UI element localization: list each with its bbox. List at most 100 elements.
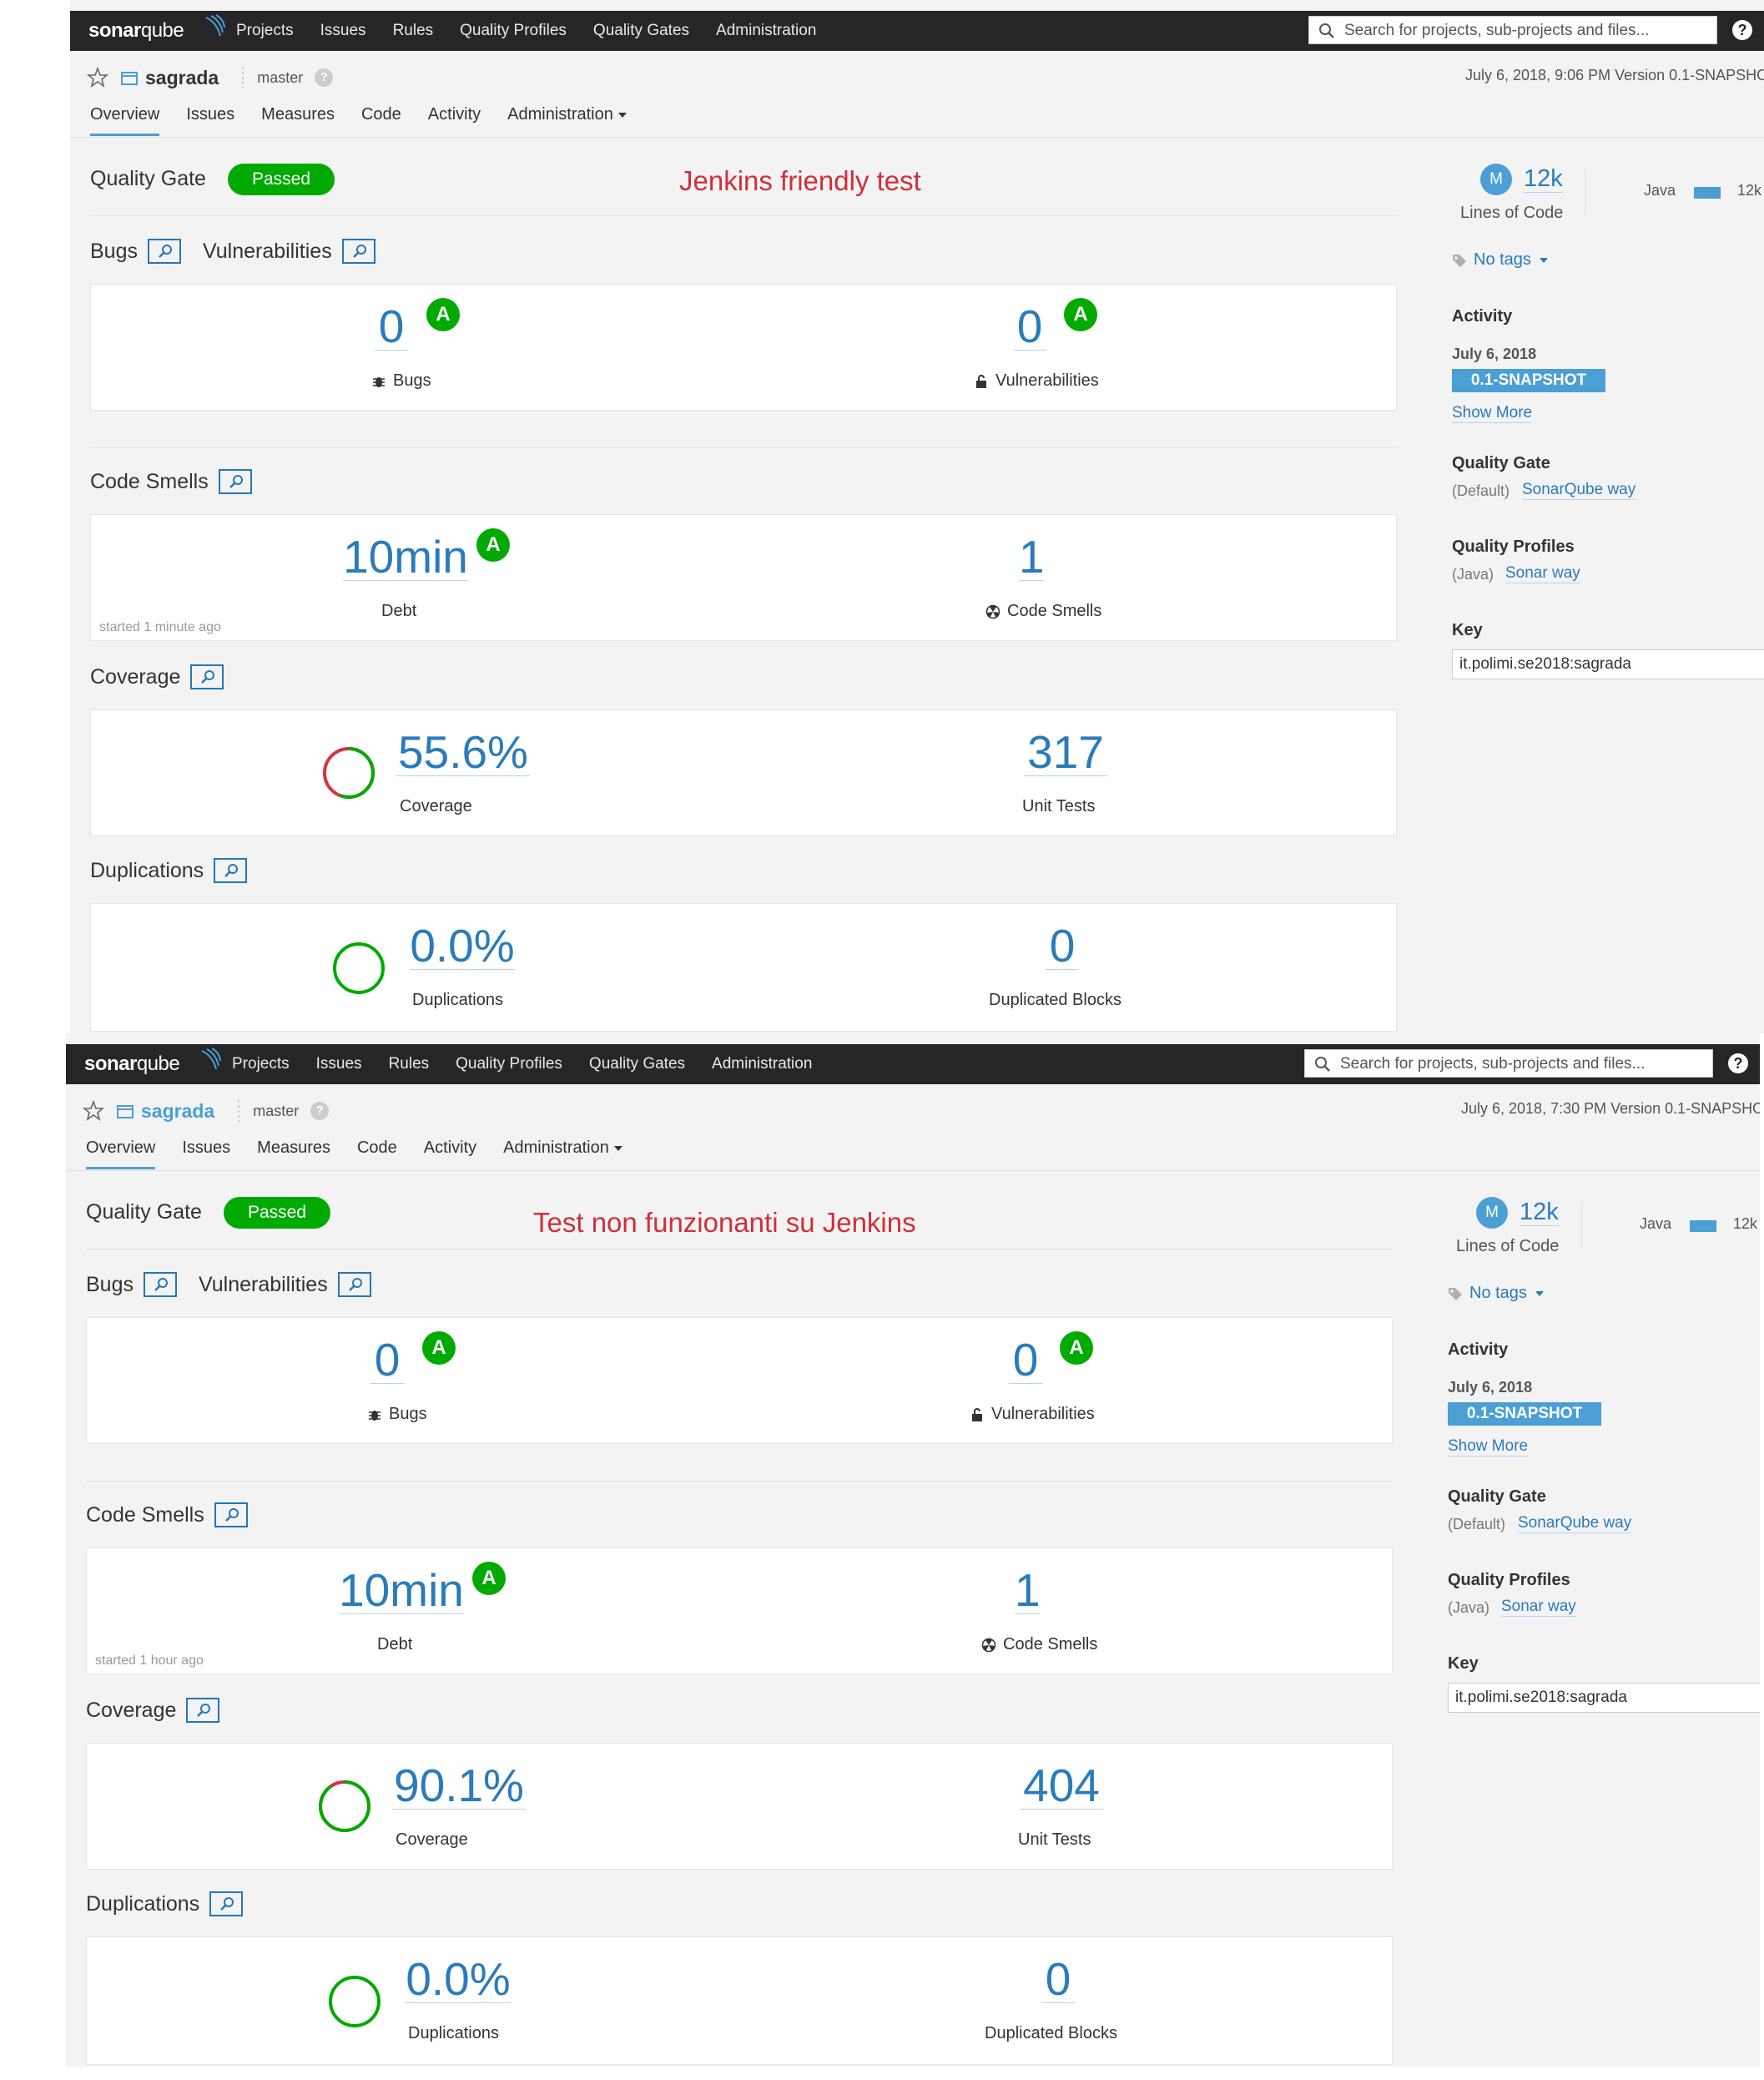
branch-name[interactable]: master <box>253 1103 299 1120</box>
lines-of-code-value[interactable]: 12k <box>1520 1199 1559 1226</box>
debt-value[interactable]: 10min <box>343 533 468 581</box>
help-icon[interactable]: ? <box>1728 1053 1748 1073</box>
nav-rules[interactable]: Rules <box>380 11 447 51</box>
project-name[interactable]: sagrada <box>145 67 219 89</box>
coverage-value[interactable]: 55.6% <box>396 729 530 776</box>
show-more-link[interactable]: Show More <box>1452 404 1533 423</box>
sonarqube-logo[interactable]: sonarqube <box>84 1048 221 1078</box>
analysis-meta: July 6, 2018, 9:06 PM Version 0.1-SNAPSH… <box>1465 67 1764 83</box>
debt-value[interactable]: 10min <box>339 1567 464 1614</box>
project-name[interactable]: sagrada <box>141 1100 214 1123</box>
nav-administration[interactable]: Administration <box>698 1044 825 1084</box>
code-smells-card: 10min A Debt 1 Code Smells started 1 hou… <box>86 1547 1393 1674</box>
unit-tests-value[interactable]: 317 <box>1024 729 1107 776</box>
duplications-drilldown-button[interactable] <box>209 1891 244 1916</box>
nav-rules[interactable]: Rules <box>375 1044 443 1084</box>
tab-activity[interactable]: Activity <box>428 105 481 134</box>
unit-tests-value[interactable]: 404 <box>1020 1762 1103 1810</box>
bugs-rating-badge[interactable]: A <box>426 298 460 331</box>
nav-quality-gates[interactable]: Quality Gates <box>580 11 703 51</box>
branch-help-icon[interactable]: ? <box>315 68 334 87</box>
bugs-drilldown-button[interactable] <box>143 1272 177 1297</box>
vulnerabilities-rating-badge[interactable]: A <box>1064 298 1097 331</box>
vulnerabilities-rating-badge[interactable]: A <box>1060 1331 1093 1365</box>
code-smells-value[interactable]: 1 <box>1019 533 1045 581</box>
bugs-value[interactable]: 0 <box>375 303 408 351</box>
project-icon <box>117 1105 134 1118</box>
project-tabs: Overview Issues Measures Code Activity A… <box>90 105 653 136</box>
debt-rating-badge[interactable]: A <box>476 528 510 562</box>
coverage-section-title: Coverage <box>86 1698 177 1722</box>
quality-gate-link[interactable]: SonarQube way <box>1522 481 1636 500</box>
nav-projects[interactable]: Projects <box>219 1044 303 1084</box>
tab-code[interactable]: Code <box>361 105 401 134</box>
project-key-field[interactable] <box>1452 649 1764 679</box>
nav-quality-gates[interactable]: Quality Gates <box>576 1044 698 1084</box>
search-icon <box>220 1897 234 1911</box>
tab-issues[interactable]: Issues <box>182 1138 230 1167</box>
nav-administration[interactable]: Administration <box>703 11 829 51</box>
coverage-value[interactable]: 90.1% <box>392 1762 526 1810</box>
code-smells-drilldown-button[interactable] <box>218 469 252 494</box>
project-key-field[interactable] <box>1448 1683 1760 1713</box>
tab-measures[interactable]: Measures <box>257 1138 330 1167</box>
search-input[interactable] <box>1343 19 1713 43</box>
tags-dropdown[interactable]: No tags <box>1452 250 1548 270</box>
vulnerabilities-drilldown-button[interactable] <box>337 1272 371 1297</box>
coverage-drilldown-button[interactable] <box>186 1698 220 1723</box>
branch-name[interactable]: master <box>257 69 303 87</box>
nav-issues[interactable]: Issues <box>307 11 380 51</box>
vulnerabilities-drilldown-button[interactable] <box>341 239 375 264</box>
bugs-value[interactable]: 0 <box>370 1336 404 1384</box>
quality-gate-link[interactable]: SonarQube way <box>1518 1514 1632 1533</box>
tab-administration[interactable]: Administration <box>507 105 627 134</box>
nav-quality-profiles[interactable]: Quality Profiles <box>442 1044 576 1084</box>
analysis-meta: July 6, 2018, 7:30 PM Version 0.1-SNAPSH… <box>1461 1100 1760 1117</box>
bugs-drilldown-button[interactable] <box>147 239 181 264</box>
quality-profile-link[interactable]: Sonar way <box>1501 1598 1576 1617</box>
tab-issues[interactable]: Issues <box>186 105 234 134</box>
tab-administration[interactable]: Administration <box>503 1138 622 1167</box>
code-smells-drilldown-button[interactable] <box>214 1502 248 1527</box>
code-smell-icon <box>985 604 1000 618</box>
nav-issues[interactable]: Issues <box>303 1044 375 1084</box>
help-icon[interactable]: ? <box>1732 20 1752 40</box>
duplicated-blocks-value[interactable]: 0 <box>1041 1956 1075 2003</box>
vulnerabilities-value[interactable]: 0 <box>1009 1336 1042 1384</box>
tab-code[interactable]: Code <box>357 1138 397 1167</box>
nav-quality-profiles[interactable]: Quality Profiles <box>446 11 580 51</box>
section-coverage: Coverage <box>90 664 224 689</box>
leak-period-started: started 1 hour ago <box>95 1653 204 1668</box>
duplications-label: Duplications <box>412 991 503 1009</box>
duplicated-blocks-label: Duplicated Blocks <box>989 991 1121 1009</box>
bugs-rating-badge[interactable]: A <box>422 1331 456 1365</box>
duplicated-blocks-value[interactable]: 0 <box>1046 922 1079 970</box>
show-more-link[interactable]: Show More <box>1448 1437 1529 1457</box>
tag-icon <box>1449 1287 1462 1300</box>
favorite-star-icon[interactable] <box>83 1100 104 1122</box>
code-smells-label: Code Smells <box>985 602 1101 621</box>
favorite-star-icon[interactable] <box>87 67 108 88</box>
debt-rating-badge[interactable]: A <box>472 1562 506 1595</box>
lock-icon <box>976 374 986 388</box>
tab-activity[interactable]: Activity <box>424 1138 476 1167</box>
chevron-down-icon <box>617 112 627 118</box>
lines-of-code-value[interactable]: 12k <box>1524 165 1563 193</box>
duplications-value[interactable]: 0.0% <box>406 1956 511 2003</box>
sidebar-quality-profiles-title: Quality Profiles <box>1452 538 1575 556</box>
tab-measures[interactable]: Measures <box>261 105 335 134</box>
tags-dropdown[interactable]: No tags <box>1448 1284 1544 1303</box>
duplications-drilldown-button[interactable] <box>214 858 248 883</box>
tab-overview[interactable]: Overview <box>86 1138 156 1169</box>
search-icon <box>224 1508 239 1522</box>
nav-projects[interactable]: Projects <box>223 11 307 51</box>
sonarqube-logo[interactable]: sonarqube <box>88 14 225 44</box>
tab-overview[interactable]: Overview <box>90 105 160 136</box>
coverage-drilldown-button[interactable] <box>190 664 224 689</box>
vulnerabilities-value[interactable]: 0 <box>1013 303 1046 351</box>
search-input[interactable] <box>1338 1053 1709 1076</box>
branch-help-icon[interactable]: ? <box>310 1102 330 1120</box>
code-smells-value[interactable]: 1 <box>1015 1567 1041 1614</box>
duplications-value[interactable]: 0.0% <box>410 922 515 970</box>
quality-profile-link[interactable]: Sonar way <box>1505 564 1580 583</box>
